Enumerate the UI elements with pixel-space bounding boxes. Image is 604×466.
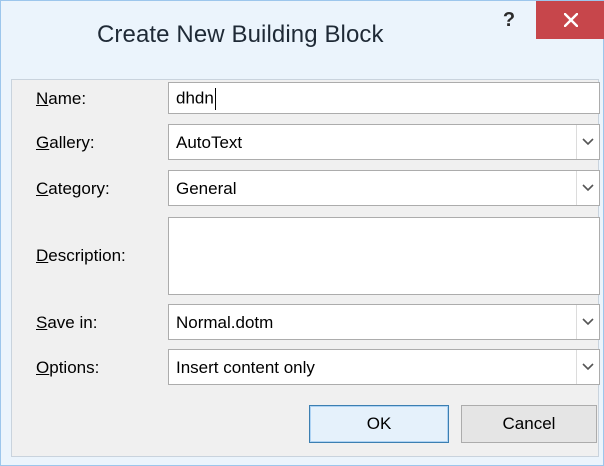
help-button[interactable]: ? [489,5,529,41]
options-dropdown-button[interactable] [576,350,599,384]
options-select-value: Insert content only [176,358,315,377]
create-building-block-dialog: Create New Building Block ? Name: dhdn G… [0,0,604,466]
chevron-down-icon [582,184,594,192]
gallery-select[interactable]: AutoText [168,124,600,160]
category-select-value: General [176,179,237,198]
chevron-down-icon [582,138,594,146]
save-in-label: Save in: [36,313,98,332]
text-caret [214,88,216,110]
dialog-title: Create New Building Block [97,21,384,48]
category-dropdown-button[interactable] [576,171,599,205]
description-label: Description: [36,246,126,265]
dialog-body: Name: dhdn Gallery: AutoText Category: G… [11,79,600,457]
chevron-down-icon [582,318,594,326]
name-input[interactable]: dhdn [168,82,600,114]
name-input-value: dhdn [176,88,214,108]
save-in-select-value: Normal.dotm [176,313,274,332]
gallery-label: Gallery: [36,133,95,152]
title-bar: Create New Building Block ? [1,1,604,79]
options-select[interactable]: Insert content only [168,349,600,385]
close-button[interactable] [536,1,604,39]
cancel-button[interactable]: Cancel [461,405,597,443]
options-label: Options: [36,358,100,377]
save-in-dropdown-button[interactable] [576,305,599,339]
chevron-down-icon [582,363,594,371]
category-label: Category: [36,179,110,198]
ok-button[interactable]: OK [309,405,449,443]
name-label: Name: [36,89,87,108]
description-textarea[interactable] [168,217,600,295]
category-select[interactable]: General [168,170,600,206]
close-icon [564,13,578,27]
gallery-select-value: AutoText [176,133,243,152]
gallery-dropdown-button[interactable] [576,125,599,159]
save-in-select[interactable]: Normal.dotm [168,304,600,340]
